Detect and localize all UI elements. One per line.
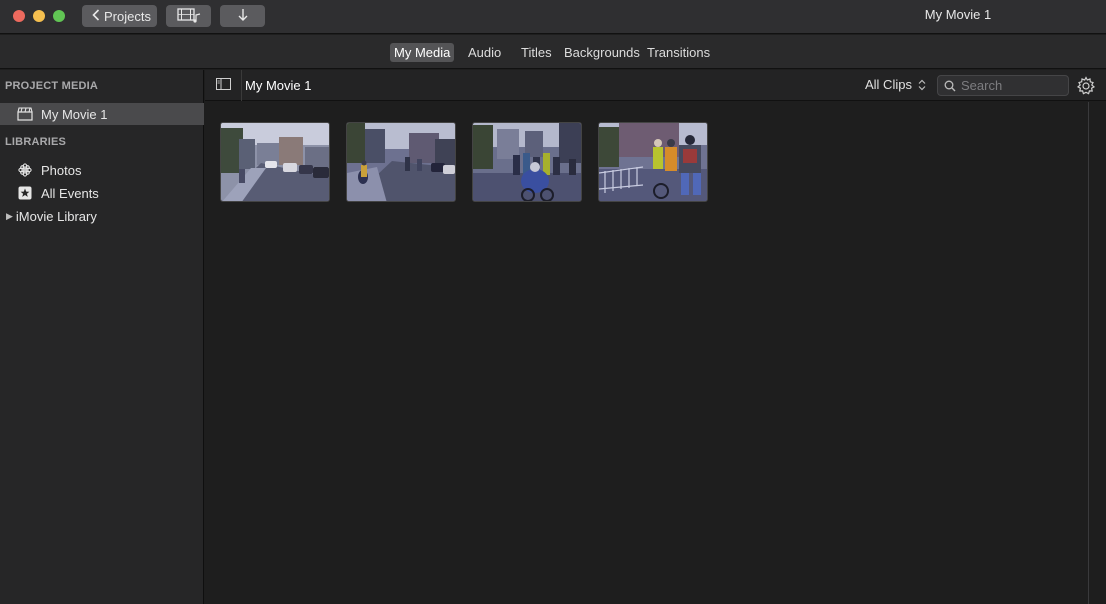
chevron-updown-icon (918, 79, 926, 91)
libraries-header: LIBRARIES (5, 136, 67, 148)
sidebar-toggle-icon (215, 78, 231, 93)
clip-thumbnail[interactable] (346, 122, 456, 202)
scrollbar[interactable] (1088, 102, 1089, 604)
project-media-header: PROJECT MEDIA (5, 80, 99, 92)
search-input[interactable] (961, 78, 1061, 93)
clip-filter-select[interactable]: All Clips (865, 77, 926, 92)
chevron-left-icon (92, 8, 100, 24)
clip-thumbnail[interactable] (220, 122, 330, 202)
clip-thumbnail[interactable] (472, 122, 582, 202)
close-window-button[interactable] (13, 10, 25, 22)
title-bar: Projects My Movie 1 (0, 0, 1106, 34)
window-title: My Movie 1 (924, 7, 992, 22)
clip-4-image (599, 123, 707, 201)
gear-icon[interactable] (1075, 75, 1097, 97)
clip-filter-label: All Clips (865, 77, 912, 92)
photos-flower-icon (17, 162, 33, 178)
media-browser-button[interactable] (166, 5, 211, 27)
sidebar-toggle-button[interactable] (205, 70, 242, 101)
clip-1-image (221, 123, 329, 201)
clapperboard-icon (17, 106, 33, 122)
tab-audio[interactable]: Audio (464, 43, 505, 62)
import-button[interactable] (220, 5, 265, 27)
sidebar-item-label: All Events (41, 185, 99, 201)
media-browser: My Movie 1 All Clips (205, 70, 1106, 604)
tab-titles[interactable]: Titles (517, 43, 556, 62)
media-tabs-bar: My Media Audio Titles Backgrounds Transi… (0, 35, 1106, 69)
clip-thumbnail[interactable] (598, 122, 708, 202)
sidebar-item-photos[interactable]: Photos (0, 159, 204, 181)
search-icon (944, 80, 956, 92)
browser-header: My Movie 1 All Clips (205, 70, 1106, 101)
clip-3-image (473, 123, 581, 201)
sidebar-item-my-movie[interactable]: My Movie 1 (0, 103, 204, 125)
browser-title: My Movie 1 (245, 78, 312, 93)
disclosure-triangle-icon[interactable]: ▶ (6, 211, 13, 222)
sidebar-item-label: Photos (41, 162, 82, 178)
sidebar-item-all-events[interactable]: All Events (0, 182, 204, 204)
star-icon (17, 185, 33, 201)
tab-my-media[interactable]: My Media (390, 43, 455, 62)
clip-2-image (347, 123, 455, 201)
sidebar-item-label: My Movie 1 (41, 106, 108, 122)
maximize-window-button[interactable] (53, 10, 65, 22)
search-field[interactable] (937, 75, 1069, 96)
minimize-window-button[interactable] (33, 10, 45, 22)
film-music-icon (176, 7, 201, 26)
down-arrow-icon (237, 8, 249, 25)
sidebar-item-label: iMovie Library (15, 208, 97, 224)
projects-back-button[interactable]: Projects (82, 5, 157, 27)
sidebar-item-imovie-library[interactable]: ▶ iMovie Library (0, 205, 204, 227)
tab-backgrounds[interactable]: Backgrounds (560, 43, 644, 62)
tab-transitions[interactable]: Transitions (643, 43, 714, 62)
libraries-sidebar: PROJECT MEDIA My Movie 1 LIBRARIES Photo… (0, 70, 204, 604)
projects-label: Projects (104, 8, 151, 24)
